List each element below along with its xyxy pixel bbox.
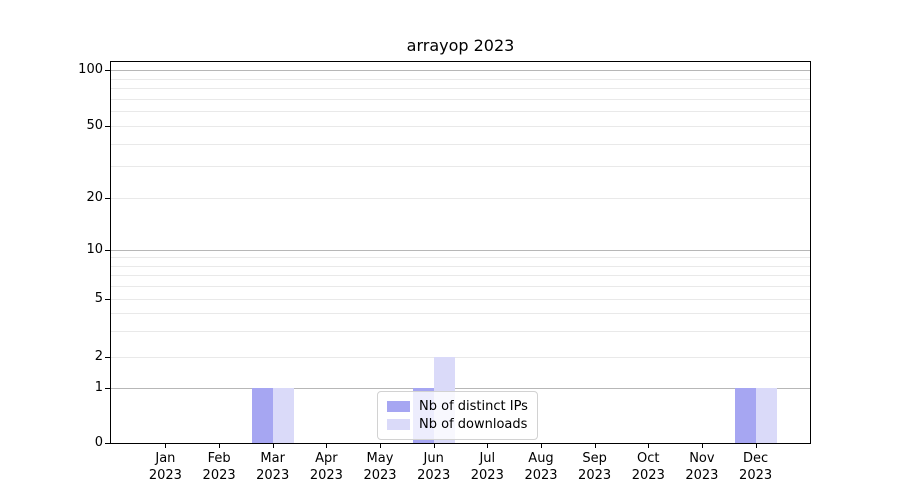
chart-title: arrayop 2023	[110, 36, 811, 55]
y-tick-label: 100	[40, 62, 103, 78]
bar-distinct-ips-mar	[252, 388, 273, 443]
y-tick-mark	[105, 198, 110, 199]
y-tick-label: 2	[40, 349, 103, 365]
x-tick-mark	[380, 444, 381, 448]
x-tick-mark	[648, 444, 649, 448]
x-tick-mark	[702, 444, 703, 448]
y-tick-mark	[105, 357, 110, 358]
month-name: Dec	[724, 450, 788, 467]
x-tick-mark	[326, 444, 327, 448]
legend-item-distinct-ips: Nb of distinct IPs	[387, 398, 528, 415]
y-tick-mark	[105, 70, 110, 71]
y-tick-mark	[105, 443, 110, 444]
x-tick-mark	[219, 444, 220, 448]
x-tick-mark	[165, 444, 166, 448]
x-tick-label-dec: Dec2023	[724, 450, 788, 484]
bar-downloads-mar	[273, 388, 294, 443]
legend-item-downloads: Nb of downloads	[387, 416, 528, 433]
y-tick-label: 5	[40, 291, 103, 307]
bar-downloads-dec	[756, 388, 777, 443]
x-tick-mark	[434, 444, 435, 448]
plot-area: Nb of distinct IPs Nb of downloads	[110, 61, 811, 444]
year-label: 2023	[724, 467, 788, 484]
figure: arrayop 2023 Nb of distinct IPs Nb of do…	[0, 0, 900, 500]
y-tick-label: 20	[40, 190, 103, 206]
legend-label-downloads: Nb of downloads	[419, 417, 527, 433]
x-tick-mark	[487, 444, 488, 448]
y-tick-label: 0	[40, 435, 103, 451]
y-tick-label: 1	[40, 380, 103, 396]
y-tick-label: 50	[40, 118, 103, 134]
legend-label-distinct-ips: Nb of distinct IPs	[419, 399, 528, 415]
y-tick-mark	[105, 299, 110, 300]
legend-swatch-distinct-ips	[387, 401, 410, 412]
bar-distinct-ips-dec	[735, 388, 756, 443]
x-tick-mark	[756, 444, 757, 448]
x-tick-mark	[595, 444, 596, 448]
x-tick-mark	[273, 444, 274, 448]
y-tick-mark	[105, 126, 110, 127]
x-tick-mark	[541, 444, 542, 448]
bars-layer	[111, 62, 810, 443]
legend-swatch-downloads	[387, 419, 410, 430]
legend: Nb of distinct IPs Nb of downloads	[377, 391, 538, 440]
y-tick-label: 10	[40, 242, 103, 258]
y-tick-mark	[105, 388, 110, 389]
y-tick-mark	[105, 250, 110, 251]
